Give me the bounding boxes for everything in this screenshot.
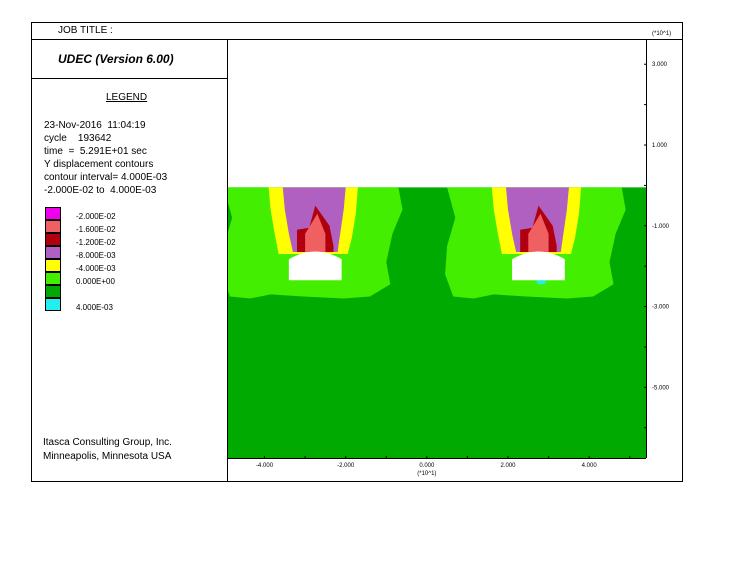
y-tick-label: -3.000 <box>652 305 670 311</box>
legend-time: time = 5.291E+01 sec <box>44 146 147 157</box>
x-tick-label: -4.000 <box>256 463 274 469</box>
legend-swatch <box>45 285 61 298</box>
x-tick-label: 0.000 <box>419 463 435 469</box>
axis-multiplier-label: (*10^1) <box>652 31 672 37</box>
legend-item: -2.000E-02 <box>45 207 215 221</box>
y-tick-label: 1.000 <box>652 143 668 149</box>
contour-plot: 3.000 1.000 -1.000 -3.000 -5.000 -4.000 -2.000… <box>228 40 670 477</box>
x-axis-multiplier: (*10^1) <box>417 471 436 477</box>
legend-cycle: cycle 193642 <box>44 133 112 144</box>
program-box: UDEC (Version 6.00) <box>32 40 227 79</box>
legend-item: -1.200E-02 <box>45 233 215 247</box>
legend-swatch <box>45 298 61 311</box>
job-title: JOB TITLE : <box>58 25 113 36</box>
legend-title: LEGEND <box>106 92 148 103</box>
legend-swatch <box>45 233 61 246</box>
legend-date: 23-Nov-2016 11:04:19 <box>44 120 146 131</box>
legend-swatch <box>45 207 61 220</box>
y-tick-label: -1.000 <box>652 224 670 230</box>
excavation-opening <box>512 251 565 281</box>
legend-label: 4.000E-03 <box>76 303 113 312</box>
legend-swatch <box>45 259 61 272</box>
x-tick-label: -2.000 <box>337 463 355 469</box>
legend-swatch <box>45 220 61 233</box>
legend-item: -8.000E-03 <box>45 246 215 260</box>
legend-item: 4.000E-03 <box>45 298 215 312</box>
legend-item: -4.000E-03 <box>45 259 215 273</box>
x-tick-label: 4.000 <box>582 463 598 469</box>
legend-panel: UDEC (Version 6.00) LEGEND 23-Nov-2016 1… <box>32 40 228 481</box>
legend-item: 0.000E+00 <box>45 272 215 286</box>
legend-contour-type: Y displacement contours <box>44 159 154 170</box>
program-title: UDEC (Version 6.00) <box>58 52 174 66</box>
legend-swatch <box>45 272 61 285</box>
legend-item: -1.600E-02 <box>45 220 215 234</box>
y-tick-label: 3.000 <box>652 62 668 68</box>
legend-contour-interval: contour interval= 4.000E-03 <box>44 172 168 183</box>
plot-frame: JOB TITLE : (*10^1) UDEC (Version 6.00) … <box>31 22 683 482</box>
y-tick-label: -5.000 <box>652 385 670 391</box>
footer-company: Itasca Consulting Group, Inc. <box>43 437 172 448</box>
job-title-bar: JOB TITLE : (*10^1) <box>32 23 682 40</box>
legend-swatch <box>45 246 61 259</box>
excavation-opening <box>288 251 342 281</box>
legend-item <box>45 285 215 298</box>
x-tick-label: 2.000 <box>501 463 517 469</box>
legend-range: -2.000E-02 to 4.000E-03 <box>44 185 157 196</box>
footer-location: Minneapolis, Minnesota USA <box>43 451 172 462</box>
